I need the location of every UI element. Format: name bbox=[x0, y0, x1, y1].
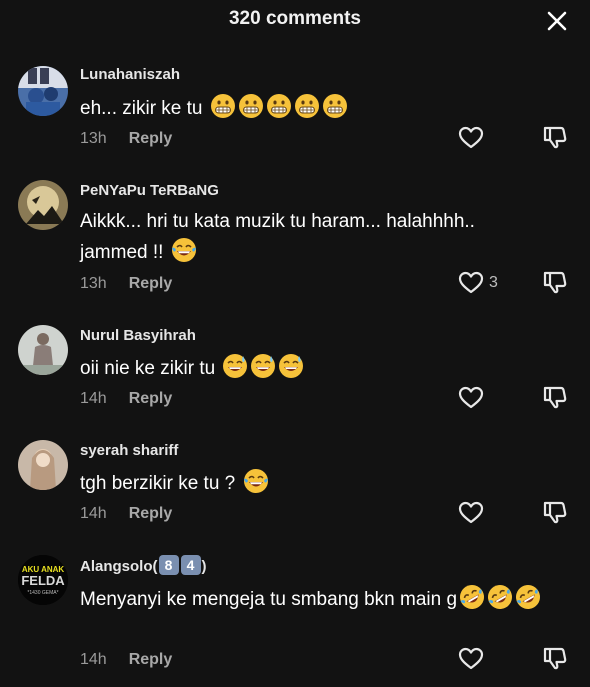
comment-time: 13h bbox=[80, 275, 107, 292]
rofl-emoji-icon bbox=[488, 585, 513, 609]
comment-item: PeNYaPu TeRBaNG Aikkk... hri tu kata muz… bbox=[0, 176, 590, 306]
emoji-row bbox=[457, 585, 541, 610]
dislike-button[interactable] bbox=[542, 500, 568, 526]
like-button[interactable] bbox=[458, 125, 489, 151]
comment-item: AKU ANAK FELDA *1430 GEMA* Alangsolo(8 4)… bbox=[0, 551, 590, 687]
comment-text: tgh berzikir ke tu ? bbox=[80, 468, 550, 499]
comment-item: Nurul Basyihrah oii nie ke zikir tu 14h R… bbox=[0, 321, 590, 421]
thumbs-down-icon bbox=[543, 126, 567, 149]
comment-time: 14h bbox=[80, 651, 107, 668]
like-button[interactable] bbox=[458, 646, 489, 672]
badge-close-paren: ) bbox=[201, 558, 207, 575]
comment-meta: 14h Reply bbox=[80, 651, 172, 669]
comment-username[interactable]: syerah shariff bbox=[80, 442, 178, 459]
like-button[interactable] bbox=[458, 385, 489, 411]
comment-username[interactable]: Lunahaniszah bbox=[80, 66, 180, 83]
like-button[interactable] bbox=[458, 500, 489, 526]
sweat-smile-emoji-icon bbox=[251, 354, 276, 378]
heart-icon bbox=[458, 501, 484, 524]
comment-item: syerah shariff tgh berzikir ke tu ? 14h R… bbox=[0, 436, 590, 536]
avatar[interactable]: AKU ANAK FELDA *1430 GEMA* bbox=[18, 555, 68, 605]
comment-meta: 13h Reply bbox=[80, 275, 172, 293]
emoji-row bbox=[220, 354, 304, 379]
comment-meta: 14h Reply bbox=[80, 390, 172, 408]
reply-button[interactable]: Reply bbox=[129, 130, 173, 147]
grimace-emoji-icon bbox=[238, 94, 263, 118]
tears-joy-emoji-icon bbox=[171, 238, 196, 262]
comment-username[interactable]: Nurul Basyihrah bbox=[80, 327, 196, 344]
heart-icon bbox=[458, 271, 484, 294]
grimace-emoji-icon bbox=[266, 94, 291, 118]
comment-time: 13h bbox=[80, 130, 107, 147]
tears-joy-emoji-icon bbox=[243, 469, 268, 493]
badge-open-paren: ( bbox=[152, 558, 158, 575]
dislike-button[interactable] bbox=[542, 385, 568, 411]
thumbs-down-icon bbox=[543, 386, 567, 409]
badge: 8 bbox=[158, 555, 179, 575]
thumbs-down-icon bbox=[543, 647, 567, 670]
avatar-text-line2: FELDA bbox=[21, 573, 65, 588]
comment-time: 14h bbox=[80, 505, 107, 522]
comments-header: 320 comments bbox=[0, 0, 590, 38]
comment-meta: 13h Reply bbox=[80, 130, 172, 148]
comment-username[interactable]: PeNYaPu TeRBaNG bbox=[80, 182, 219, 199]
heart-icon bbox=[458, 647, 484, 670]
rofl-emoji-icon bbox=[460, 585, 485, 609]
emoji-row bbox=[241, 469, 269, 494]
dislike-button[interactable] bbox=[542, 646, 568, 672]
rofl-emoji-icon bbox=[516, 585, 541, 609]
emoji-row bbox=[169, 238, 197, 263]
grimace-emoji-icon bbox=[294, 94, 319, 118]
comment-time: 14h bbox=[80, 390, 107, 407]
heart-icon bbox=[458, 386, 484, 409]
sweat-smile-emoji-icon bbox=[279, 354, 304, 378]
sweat-smile-emoji-icon bbox=[223, 354, 248, 378]
reply-button[interactable]: Reply bbox=[129, 651, 173, 668]
comment-username[interactable]: Alangsolo(8 4) bbox=[80, 555, 207, 575]
close-icon[interactable] bbox=[546, 10, 568, 32]
like-button[interactable]: 3 bbox=[458, 270, 498, 296]
avatar-text-line3: *1430 GEMA* bbox=[27, 590, 58, 596]
avatar[interactable] bbox=[18, 66, 68, 116]
avatar[interactable] bbox=[18, 180, 68, 230]
reply-button[interactable]: Reply bbox=[129, 390, 173, 407]
dislike-button[interactable] bbox=[542, 125, 568, 151]
comment-text: eh... zikir ke tu bbox=[80, 93, 550, 124]
reply-button[interactable]: Reply bbox=[129, 505, 173, 522]
thumbs-down-icon bbox=[543, 501, 567, 524]
comment-item: Lunahaniszah eh... zikir ke tu 13h Reply bbox=[0, 62, 590, 162]
badge: 4 bbox=[180, 555, 201, 575]
comments-count-title: 320 comments bbox=[228, 8, 361, 29]
comment-meta: 14h Reply bbox=[80, 505, 172, 523]
thumbs-down-icon bbox=[543, 271, 567, 294]
comment-text: Aikkk... hri tu kata muzik tu haram... h… bbox=[80, 211, 475, 263]
avatar[interactable] bbox=[18, 440, 68, 490]
grimace-emoji-icon bbox=[210, 94, 235, 118]
comment-text: Menyanyi ke mengeja tu smbang bkn main g bbox=[80, 584, 570, 615]
grimace-emoji-icon bbox=[322, 94, 347, 118]
heart-icon bbox=[458, 126, 484, 149]
like-count: 3 bbox=[489, 274, 498, 291]
comment-text: oii nie ke zikir tu bbox=[80, 353, 550, 384]
reply-button[interactable]: Reply bbox=[129, 275, 173, 292]
avatar[interactable] bbox=[18, 325, 68, 375]
emoji-row bbox=[208, 94, 348, 119]
dislike-button[interactable] bbox=[542, 270, 568, 296]
